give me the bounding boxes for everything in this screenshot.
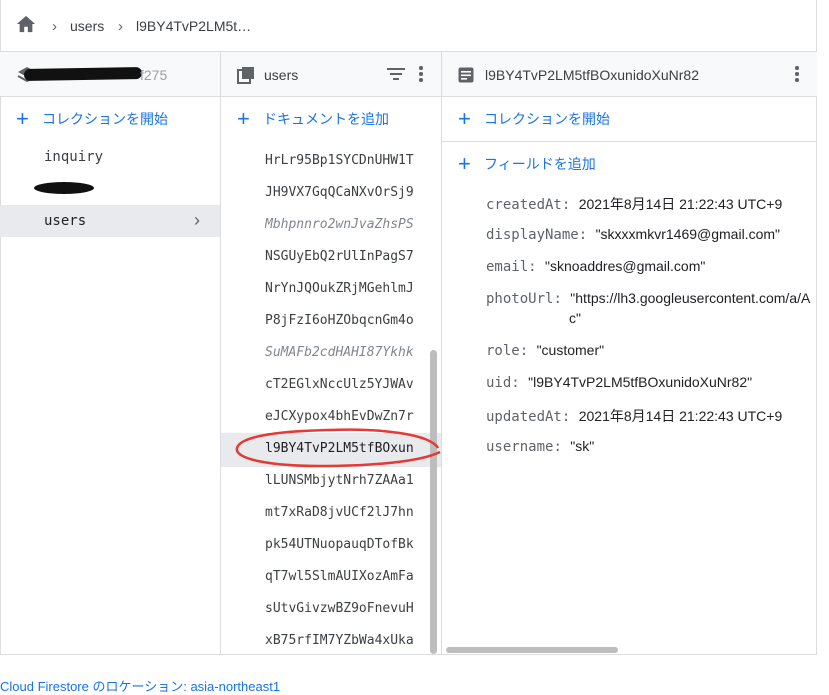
field-value: "sknoaddres@gmail.com" <box>545 258 706 274</box>
document-item[interactable]: cT2EGlxNccUlz5YJWAv <box>265 377 425 392</box>
more-vert-icon[interactable] <box>795 66 799 84</box>
field-key: createdAt <box>486 197 562 213</box>
add-document-button[interactable]: + ドキュメントを追加 <box>237 104 389 134</box>
collection-item-inquiry[interactable]: inquiry <box>44 149 103 165</box>
start-subcollection-button[interactable]: + コレクションを開始 <box>458 104 610 134</box>
field-row[interactable]: updatedAt: 2021年8月14日 21:22:43 UTC+9 <box>486 406 782 426</box>
collection-item-users[interactable]: users › <box>0 205 220 237</box>
field-row[interactable]: email: "sknoaddres@gmail.com" <box>486 258 705 275</box>
document-item[interactable]: P8jFzI6oHZObqcnGm4o <box>265 313 425 328</box>
field-separator: : <box>561 197 579 213</box>
firestore-location[interactable]: Cloud Firestore のロケーション: asia-northeast1 <box>0 676 280 695</box>
field-separator: : <box>561 409 579 425</box>
document-item[interactable]: xB75rfIM7YZbWa4xUka <box>265 633 425 648</box>
field-row[interactable]: photoUrl: "https://lh3.googleusercontent… <box>486 290 810 307</box>
project-header: f275 <box>0 52 220 97</box>
plus-icon: + <box>237 106 250 131</box>
document-item[interactable]: JH9VX7GqQCaNXvOrSj9 <box>265 185 425 200</box>
collection-item-label: users <box>44 213 87 229</box>
field-key: displayName <box>486 227 579 243</box>
chevron-right-icon: › <box>194 210 200 230</box>
field-value: 2021年8月14日 21:22:43 UTC+9 <box>578 408 783 424</box>
field-value: "sk" <box>570 438 595 454</box>
field-separator: : <box>511 375 529 391</box>
add-document-label: ドキュメントを追加 <box>263 111 389 127</box>
field-value-continuation: c" <box>569 310 581 326</box>
chevron-right-icon: › <box>118 18 123 35</box>
add-field-label: フィールドを追加 <box>484 156 596 172</box>
field-value: 2021年8月14日 21:22:43 UTC+9 <box>578 196 783 212</box>
plus-icon: + <box>458 106 471 131</box>
plus-icon: + <box>16 106 29 131</box>
document-title: l9BY4TvP2LM5tfBOxunidoXuNr82 <box>485 67 699 83</box>
field-separator: : <box>528 259 546 275</box>
collection-header: users <box>221 52 441 97</box>
chevron-right-icon: › <box>52 18 57 35</box>
field-key: updatedAt <box>486 409 562 425</box>
field-separator: : <box>553 291 571 307</box>
redacted-project-name <box>23 66 143 82</box>
field-key: role <box>486 343 520 359</box>
breadcrumb: › users › l9BY4TvP2LM5t… <box>0 0 817 52</box>
redacted-collection-item[interactable] <box>34 182 94 194</box>
field-key: username <box>486 439 554 455</box>
field-key: email <box>486 259 529 275</box>
fields-horizontal-scrollbar[interactable] <box>446 647 618 653</box>
document-item-selected[interactable]: l9BY4TvP2LM5tfBOxun <box>265 441 425 456</box>
field-row[interactable]: displayName: "skxxxmkvr1469@gmail.com" <box>486 226 780 243</box>
start-subcollection-label: コレクションを開始 <box>484 111 610 127</box>
document-item[interactable]: SuMAFb2cdHAHI87Ykhk <box>265 345 425 360</box>
breadcrumb-item-document[interactable]: l9BY4TvP2LM5t… <box>136 18 251 34</box>
start-collection-button[interactable]: + コレクションを開始 <box>16 104 168 134</box>
document-item[interactable]: HrLr95Bp1SYCDnUHW1T <box>265 153 425 168</box>
document-item[interactable]: qT7wl5SlmAUIXozAmFa <box>265 569 425 584</box>
document-item[interactable]: sUtvGivzwBZ9oFnevuH <box>265 601 425 616</box>
field-key: photoUrl <box>486 291 554 307</box>
field-value: "https://lh3.googleusercontent.com/a/A <box>570 290 811 306</box>
filter-icon[interactable] <box>387 67 405 81</box>
field-key: uid <box>486 375 512 391</box>
collection-title: users <box>264 67 299 83</box>
project-name-suffix: f275 <box>140 67 168 83</box>
document-icon <box>458 67 474 83</box>
document-item[interactable]: eJCXypox4bhEvDwZn7r <box>265 409 425 424</box>
document-item[interactable]: pk54UTNuopauqDTofBk <box>265 537 425 552</box>
home-icon[interactable] <box>15 14 37 34</box>
start-collection-label: コレクションを開始 <box>42 111 168 127</box>
field-separator: : <box>578 227 596 243</box>
field-row[interactable]: uid: "l9BY4TvP2LM5tfBOxunidoXuNr82" <box>486 374 752 391</box>
field-row[interactable]: createdAt: 2021年8月14日 21:22:43 UTC+9 <box>486 194 782 214</box>
breadcrumb-item-users[interactable]: users <box>70 18 104 34</box>
document-item[interactable]: NSGUyEbQ2rUlInPagS7 <box>265 249 425 264</box>
document-header: l9BY4TvP2LM5tfBOxunidoXuNr82 <box>442 52 817 97</box>
field-value: "customer" <box>536 342 605 358</box>
field-separator: : <box>519 343 537 359</box>
field-row[interactable]: username: "sk" <box>486 438 594 455</box>
collection-icon <box>237 67 254 84</box>
plus-icon: + <box>458 151 471 176</box>
add-field-button[interactable]: + フィールドを追加 <box>458 149 596 179</box>
field-row[interactable]: role: "customer" <box>486 342 604 359</box>
field-value: "l9BY4TvP2LM5tfBOxunidoXuNr82" <box>528 374 753 390</box>
more-vert-icon[interactable] <box>419 66 423 84</box>
document-item[interactable]: lLUNSMbjytNrh7ZAAa1 <box>265 473 425 488</box>
document-item[interactable]: mt7xRaD8jvUCf2lJ7hn <box>265 505 425 520</box>
document-item[interactable]: NrYnJQOukZRjMGehlmJ <box>265 281 425 296</box>
document-item[interactable]: Mbhpnnro2wnJvaZhsPS <box>265 217 425 232</box>
field-value: "skxxxmkvr1469@gmail.com" <box>595 226 780 242</box>
field-separator: : <box>553 439 571 455</box>
document-list-scrollbar[interactable] <box>430 350 437 654</box>
